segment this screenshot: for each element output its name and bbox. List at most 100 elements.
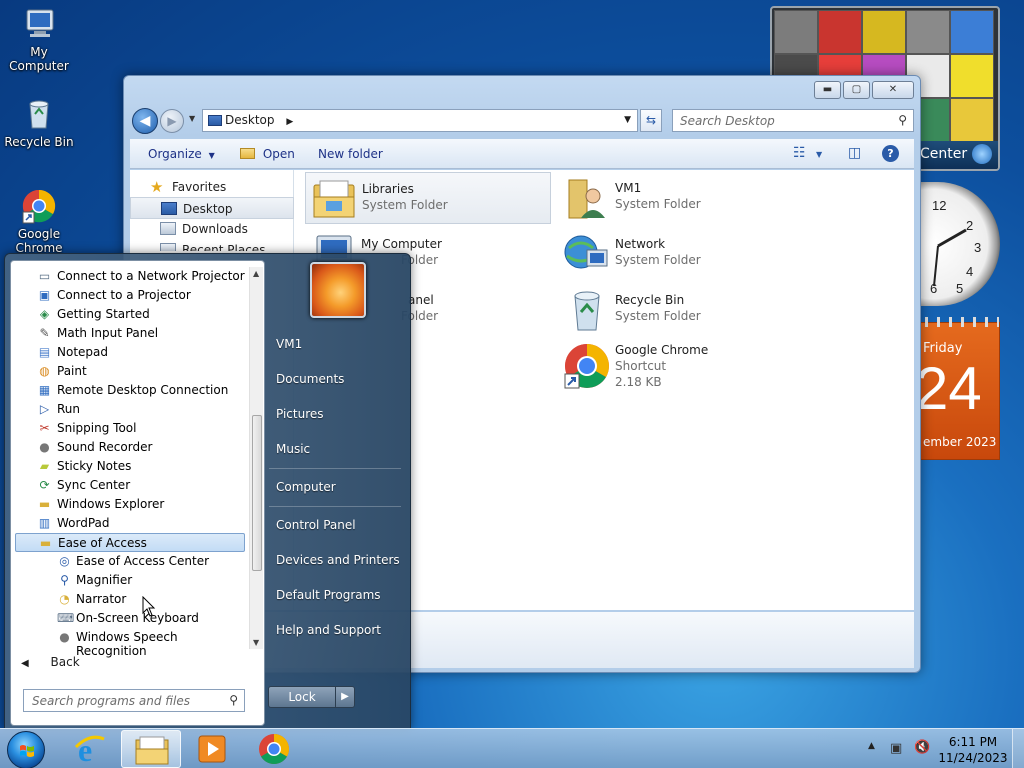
organize-button[interactable]: Organize ▼ xyxy=(148,147,215,161)
close-button[interactable]: ✕ xyxy=(872,81,914,99)
clock-gadget[interactable]: 12 2 3 4 5 6 xyxy=(916,182,1000,306)
paint-icon: ◍ xyxy=(39,364,50,378)
start-search-input[interactable]: Search programs and files ⚲ xyxy=(23,689,245,712)
taskbar-clock[interactable]: 6:11 PM 11/24/2023 xyxy=(938,734,1008,766)
program-item[interactable]: ◔ Narrator xyxy=(15,590,245,609)
taskbar-chrome[interactable] xyxy=(243,730,303,768)
folder-icon: ▬ xyxy=(38,497,51,511)
program-item[interactable]: ◎ Ease of Access Center xyxy=(15,552,245,571)
preview-pane-button[interactable]: ◫ xyxy=(848,145,861,161)
nav-recent-places[interactable]: Recent Places xyxy=(130,239,294,251)
monitor-icon: ▣ xyxy=(38,288,51,302)
desktop-icon-recycle-bin[interactable]: Recycle Bin xyxy=(0,96,78,149)
program-item[interactable]: ▬ Ease of Access xyxy=(15,533,245,552)
file-item-vm1[interactable]: VM1 System Folder xyxy=(559,172,805,224)
program-item[interactable]: ▥ WordPad xyxy=(15,514,245,533)
maximize-button[interactable]: ▢ xyxy=(843,81,870,99)
file-name: VM1 xyxy=(615,181,642,195)
show-desktop-button[interactable] xyxy=(1012,729,1024,768)
program-item[interactable]: ▰ Sticky Notes xyxy=(15,457,245,476)
program-label: Math Input Panel xyxy=(57,326,159,340)
help-icon: ? xyxy=(882,145,899,162)
file-size: 2.18 KB xyxy=(615,375,662,389)
taskbar: e ▲ ▣ 🔇 6:11 PM 11/24/2023 xyxy=(0,728,1024,768)
address-bar[interactable]: Desktop ▶ ▼ xyxy=(202,109,638,132)
back-button[interactable]: ◀ xyxy=(132,108,158,134)
volume-muted-icon[interactable]: 🔇 xyxy=(914,740,930,755)
chevron-right-icon[interactable]: ▶ xyxy=(286,117,293,127)
scroll-down-icon[interactable]: ▼ xyxy=(253,638,259,647)
start-right-control-panel[interactable]: Control Panel xyxy=(276,518,356,532)
program-item[interactable]: ● Windows Speech Recognition xyxy=(15,628,245,658)
scissors-icon: ✂ xyxy=(39,421,50,435)
network-icon xyxy=(564,235,608,269)
taskbar-media-player[interactable] xyxy=(182,730,242,768)
scroll-up-icon[interactable]: ▲ xyxy=(253,269,259,278)
start-right-music[interactable]: Music xyxy=(276,442,310,456)
help-button[interactable]: ? xyxy=(882,145,899,162)
network-tray-icon[interactable]: ▣ xyxy=(890,741,902,756)
address-text: Desktop xyxy=(225,113,275,127)
keyboard-icon: ⌨ xyxy=(57,611,75,625)
program-item[interactable]: ▣ Connect to a Projector xyxy=(15,286,245,305)
scrollbar[interactable]: ▲ ▼ xyxy=(249,267,263,649)
refresh-button[interactable]: ⇆ xyxy=(640,109,662,132)
svg-text:4: 4 xyxy=(966,264,973,279)
open-button[interactable]: Open xyxy=(240,147,295,161)
view-options-icon: ☷ xyxy=(793,145,806,161)
shutdown-options-button[interactable]: ▶ xyxy=(335,686,355,708)
nav-downloads[interactable]: Downloads xyxy=(130,218,294,240)
forward-button[interactable]: ▶ xyxy=(160,109,184,133)
start-right-user-folder[interactable]: VM1 xyxy=(276,337,302,351)
desktop-icon-my-computer[interactable]: My Computer xyxy=(0,6,78,73)
program-item[interactable]: ✂ Snipping Tool xyxy=(15,419,245,438)
file-item-recycle-bin[interactable]: Recycle Bin System Folder xyxy=(559,284,805,336)
search-input[interactable]: Search Desktop ⚲ xyxy=(672,109,914,132)
program-item[interactable]: ⟳ Sync Center xyxy=(15,476,245,495)
start-button[interactable] xyxy=(7,731,45,768)
start-right-documents[interactable]: Documents xyxy=(276,372,344,386)
program-item[interactable]: ⌨ On-Screen Keyboard xyxy=(15,609,245,628)
calendar-month-year: ember 2023 xyxy=(923,435,997,449)
back-button[interactable]: ◀ Back xyxy=(21,655,80,669)
desktop-icon-google-chrome[interactable]: Google Chrome xyxy=(0,188,78,255)
program-item[interactable]: ▦ Remote Desktop Connection xyxy=(15,381,245,400)
program-item[interactable]: ⚲ Magnifier xyxy=(15,571,245,590)
change-view-button[interactable]: ☷ ▼ xyxy=(793,145,822,161)
program-item[interactable]: ▷ Run xyxy=(15,400,245,419)
nav-favorites[interactable]: ★ Favorites xyxy=(130,176,294,198)
start-right-computer[interactable]: Computer xyxy=(276,480,336,494)
taskbar-windows-explorer[interactable] xyxy=(121,730,181,768)
recent-pages-dropdown[interactable]: ▼ xyxy=(189,114,195,123)
user-avatar[interactable] xyxy=(310,262,366,318)
minimize-button[interactable]: ▬ xyxy=(814,81,841,99)
taskbar-internet-explorer[interactable]: e xyxy=(60,730,120,768)
program-item[interactable]: ▭ Connect to a Network Projector xyxy=(15,267,245,286)
new-folder-button[interactable]: New folder xyxy=(318,147,383,161)
start-right-devices-and-printers[interactable]: Devices and Printers xyxy=(276,553,400,567)
back-label: Back xyxy=(50,655,80,669)
program-item[interactable]: ◍ Paint xyxy=(15,362,245,381)
file-item-google-chrome[interactable]: Google Chrome Shortcut 2.18 KB xyxy=(559,340,805,402)
scroll-thumb[interactable] xyxy=(252,415,262,571)
nav-desktop[interactable]: Desktop xyxy=(130,197,294,219)
program-item[interactable]: ● Sound Recorder xyxy=(15,438,245,457)
calendar-gadget[interactable]: Friday 24 ember 2023 xyxy=(915,317,1000,460)
file-item-libraries[interactable]: Libraries System Folder xyxy=(305,172,551,224)
math-input-icon: ✎ xyxy=(39,326,50,340)
program-label: On-Screen Keyboard xyxy=(76,611,199,625)
start-right-default-programs[interactable]: Default Programs xyxy=(276,588,381,602)
file-name: My Computer xyxy=(361,237,442,251)
star-icon: ★ xyxy=(150,178,164,196)
program-item[interactable]: ▤ Notepad xyxy=(15,343,245,362)
start-right-pictures[interactable]: Pictures xyxy=(276,407,324,421)
program-item[interactable]: ▬ Windows Explorer xyxy=(15,495,245,514)
program-item[interactable]: ✎ Math Input Panel xyxy=(15,324,245,343)
show-hidden-icons-button[interactable]: ▲ xyxy=(868,741,875,751)
chevron-down-icon[interactable]: ▼ xyxy=(624,115,631,125)
program-item[interactable]: ◈ Getting Started xyxy=(15,305,245,324)
lock-button[interactable]: Lock xyxy=(268,686,336,708)
file-item-network[interactable]: Network System Folder xyxy=(559,228,805,280)
start-right-help-and-support[interactable]: Help and Support xyxy=(276,623,381,637)
program-label: Run xyxy=(57,402,81,416)
